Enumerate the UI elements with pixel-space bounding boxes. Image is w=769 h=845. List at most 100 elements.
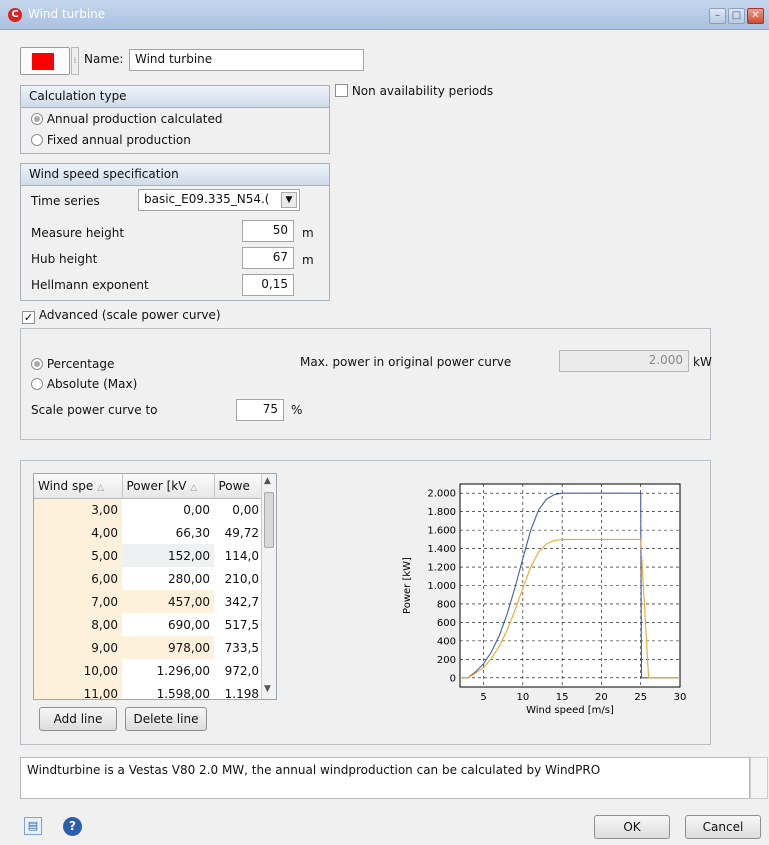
x-axis-label: Wind speed [m/s] xyxy=(526,705,614,716)
table-row[interactable]: 5,00 152,00 114,0 xyxy=(34,544,263,567)
cell-scaled-power[interactable]: 342,7 xyxy=(214,590,263,613)
scroll-up-icon[interactable]: ▲ xyxy=(264,476,271,486)
cell-scaled-power[interactable]: 1.198 xyxy=(214,682,263,700)
non-availability-checkbox[interactable] xyxy=(335,84,348,97)
cell-scaled-power[interactable]: 114,0 xyxy=(214,544,263,567)
radio-percentage-icon[interactable] xyxy=(31,358,43,370)
cell-power[interactable]: 280,00 xyxy=(122,567,214,590)
table-row[interactable]: 6,00 280,00 210,0 xyxy=(34,567,263,590)
help-icon[interactable]: ? xyxy=(63,817,82,836)
cell-wind-speed[interactable]: 5,00 xyxy=(34,544,122,567)
y-tick-label: 1.400 xyxy=(427,544,456,555)
table-row[interactable]: 9,00 978,00 733,5 xyxy=(34,636,263,659)
cell-power[interactable]: 0,00 xyxy=(122,498,214,521)
advanced-checkbox-row[interactable]: ✓ Advanced (scale power curve) xyxy=(22,308,221,324)
name-label: Name: xyxy=(84,52,124,66)
name-input[interactable]: Wind turbine xyxy=(129,49,364,71)
cell-power[interactable]: 978,00 xyxy=(122,636,214,659)
radio-fixed-annual[interactable]: Fixed annual production xyxy=(31,133,191,147)
radio-absolute-label: Absolute (Max) xyxy=(46,377,138,391)
column-header-wind-speed[interactable]: Wind spe △ xyxy=(34,474,123,499)
cell-wind-speed[interactable]: 9,00 xyxy=(34,636,122,659)
y-tick-label: 200 xyxy=(437,655,456,666)
cell-power[interactable]: 66,30 xyxy=(122,521,214,544)
chevron-down-icon[interactable]: ▼ xyxy=(281,192,297,208)
radio-fixed-annual-icon[interactable] xyxy=(31,134,43,146)
y-tick-label: 1.800 xyxy=(427,507,456,518)
x-tick-label: 5 xyxy=(480,692,486,703)
table-row[interactable]: 7,00 457,00 342,7 xyxy=(34,590,263,613)
cell-scaled-power[interactable]: 733,5 xyxy=(214,636,263,659)
radio-absolute[interactable]: Absolute (Max) xyxy=(31,377,137,391)
column-header-scaled-power[interactable]: Powe xyxy=(214,474,264,499)
cell-power[interactable]: 690,00 xyxy=(122,613,214,636)
hub-height-input[interactable]: 67 xyxy=(242,247,294,269)
cell-wind-speed[interactable]: 4,00 xyxy=(34,521,122,544)
max-power-field: 2.000 xyxy=(559,350,689,372)
color-dropdown-handle[interactable]: ⁞ xyxy=(71,47,79,75)
y-tick-label: 0 xyxy=(450,673,456,684)
y-tick-label: 1.000 xyxy=(427,581,456,592)
hub-height-unit: m xyxy=(302,253,314,267)
minimize-button[interactable]: – xyxy=(709,8,726,24)
cell-wind-speed[interactable]: 3,00 xyxy=(34,498,122,521)
radio-absolute-icon[interactable] xyxy=(31,378,43,390)
hellmann-input[interactable]: 0,15 xyxy=(242,274,294,296)
cell-scaled-power[interactable]: 210,0 xyxy=(214,567,263,590)
radio-annual-calculated[interactable]: Annual production calculated xyxy=(31,112,223,126)
y-tick-label: 600 xyxy=(437,618,456,629)
cell-wind-speed[interactable]: 8,00 xyxy=(34,613,122,636)
ok-button[interactable]: OK xyxy=(594,815,670,839)
cell-power[interactable]: 1.296,00 xyxy=(122,659,214,682)
advanced-label: Advanced (scale power curve) xyxy=(38,308,221,322)
maximize-button[interactable]: □ xyxy=(728,8,745,24)
cell-wind-speed[interactable]: 6,00 xyxy=(34,567,122,590)
radio-percentage[interactable]: Percentage xyxy=(31,357,114,371)
max-power-unit: kW xyxy=(693,355,712,369)
calculation-type-title: Calculation type xyxy=(21,86,329,108)
radio-percentage-label: Percentage xyxy=(46,357,115,371)
cell-power[interactable]: 1.598,00 xyxy=(122,682,214,699)
non-availability-checkbox-row[interactable]: Non availability periods xyxy=(335,84,493,98)
power-curve-table[interactable]: Wind spe △ Power [kV △ Powe 3,00 0,00 0,00… xyxy=(33,473,277,700)
add-line-button[interactable]: Add line xyxy=(39,707,117,731)
color-picker-button[interactable] xyxy=(20,47,70,75)
cancel-button[interactable]: Cancel xyxy=(685,815,761,839)
close-button[interactable]: ✕ xyxy=(747,8,764,24)
wind-speed-spec-title: Wind speed specification xyxy=(21,164,329,186)
cell-wind-speed[interactable]: 11,00 xyxy=(34,682,122,699)
y-tick-label: 800 xyxy=(437,599,456,610)
time-series-select[interactable]: basic_E09.335_N54.( xyxy=(138,189,300,211)
cell-wind-speed[interactable]: 10,00 xyxy=(34,659,122,682)
cell-power[interactable]: 457,00 xyxy=(122,590,214,613)
cell-power[interactable]: 152,00 xyxy=(122,544,214,567)
table-row[interactable]: 11,00 1.598,00 1.198 xyxy=(34,682,263,700)
scale-power-input[interactable]: 75 xyxy=(236,399,284,421)
cell-scaled-power[interactable]: 517,5 xyxy=(214,613,263,636)
cell-scaled-power[interactable]: 0,00 xyxy=(214,498,263,521)
radio-annual-calculated-icon[interactable] xyxy=(31,113,43,125)
x-tick-label: 10 xyxy=(516,692,529,703)
table-row[interactable]: 3,00 0,00 0,00 xyxy=(34,498,263,521)
document-icon[interactable]: ▤ xyxy=(24,817,42,835)
y-axis-label: Power [kW] xyxy=(402,557,413,614)
measure-height-input[interactable]: 50 xyxy=(242,220,294,242)
table-row[interactable]: 4,00 66,30 49,72 xyxy=(34,521,263,544)
cell-scaled-power[interactable]: 49,72 xyxy=(214,521,263,544)
hellmann-label: Hellmann exponent xyxy=(31,278,149,292)
table-row[interactable]: 8,00 690,00 517,5 xyxy=(34,613,263,636)
column-header-power[interactable]: Power [kV △ xyxy=(122,474,215,499)
description-scrollbar[interactable] xyxy=(750,757,768,799)
scroll-down-icon[interactable]: ▼ xyxy=(264,684,271,694)
description-textarea[interactable]: Windturbine is a Vestas V80 2.0 MW, the … xyxy=(20,757,750,799)
cell-scaled-power[interactable]: 972,0 xyxy=(214,659,263,682)
table-row[interactable]: 10,00 1.296,00 972,0 xyxy=(34,659,263,682)
x-tick-label: 15 xyxy=(556,692,569,703)
power-curve-chart: 5 10 15 20 25 30 0 200 400 600 800 1.000 1.200 1.400 1… xyxy=(402,483,686,716)
scroll-thumb[interactable] xyxy=(264,492,274,548)
table-scrollbar[interactable]: ▲ ▼ xyxy=(261,474,276,699)
delete-line-button[interactable]: Delete line xyxy=(125,707,207,731)
cell-wind-speed[interactable]: 7,00 xyxy=(34,590,122,613)
advanced-checkbox[interactable]: ✓ xyxy=(22,311,35,324)
scale-power-unit: % xyxy=(291,403,303,417)
